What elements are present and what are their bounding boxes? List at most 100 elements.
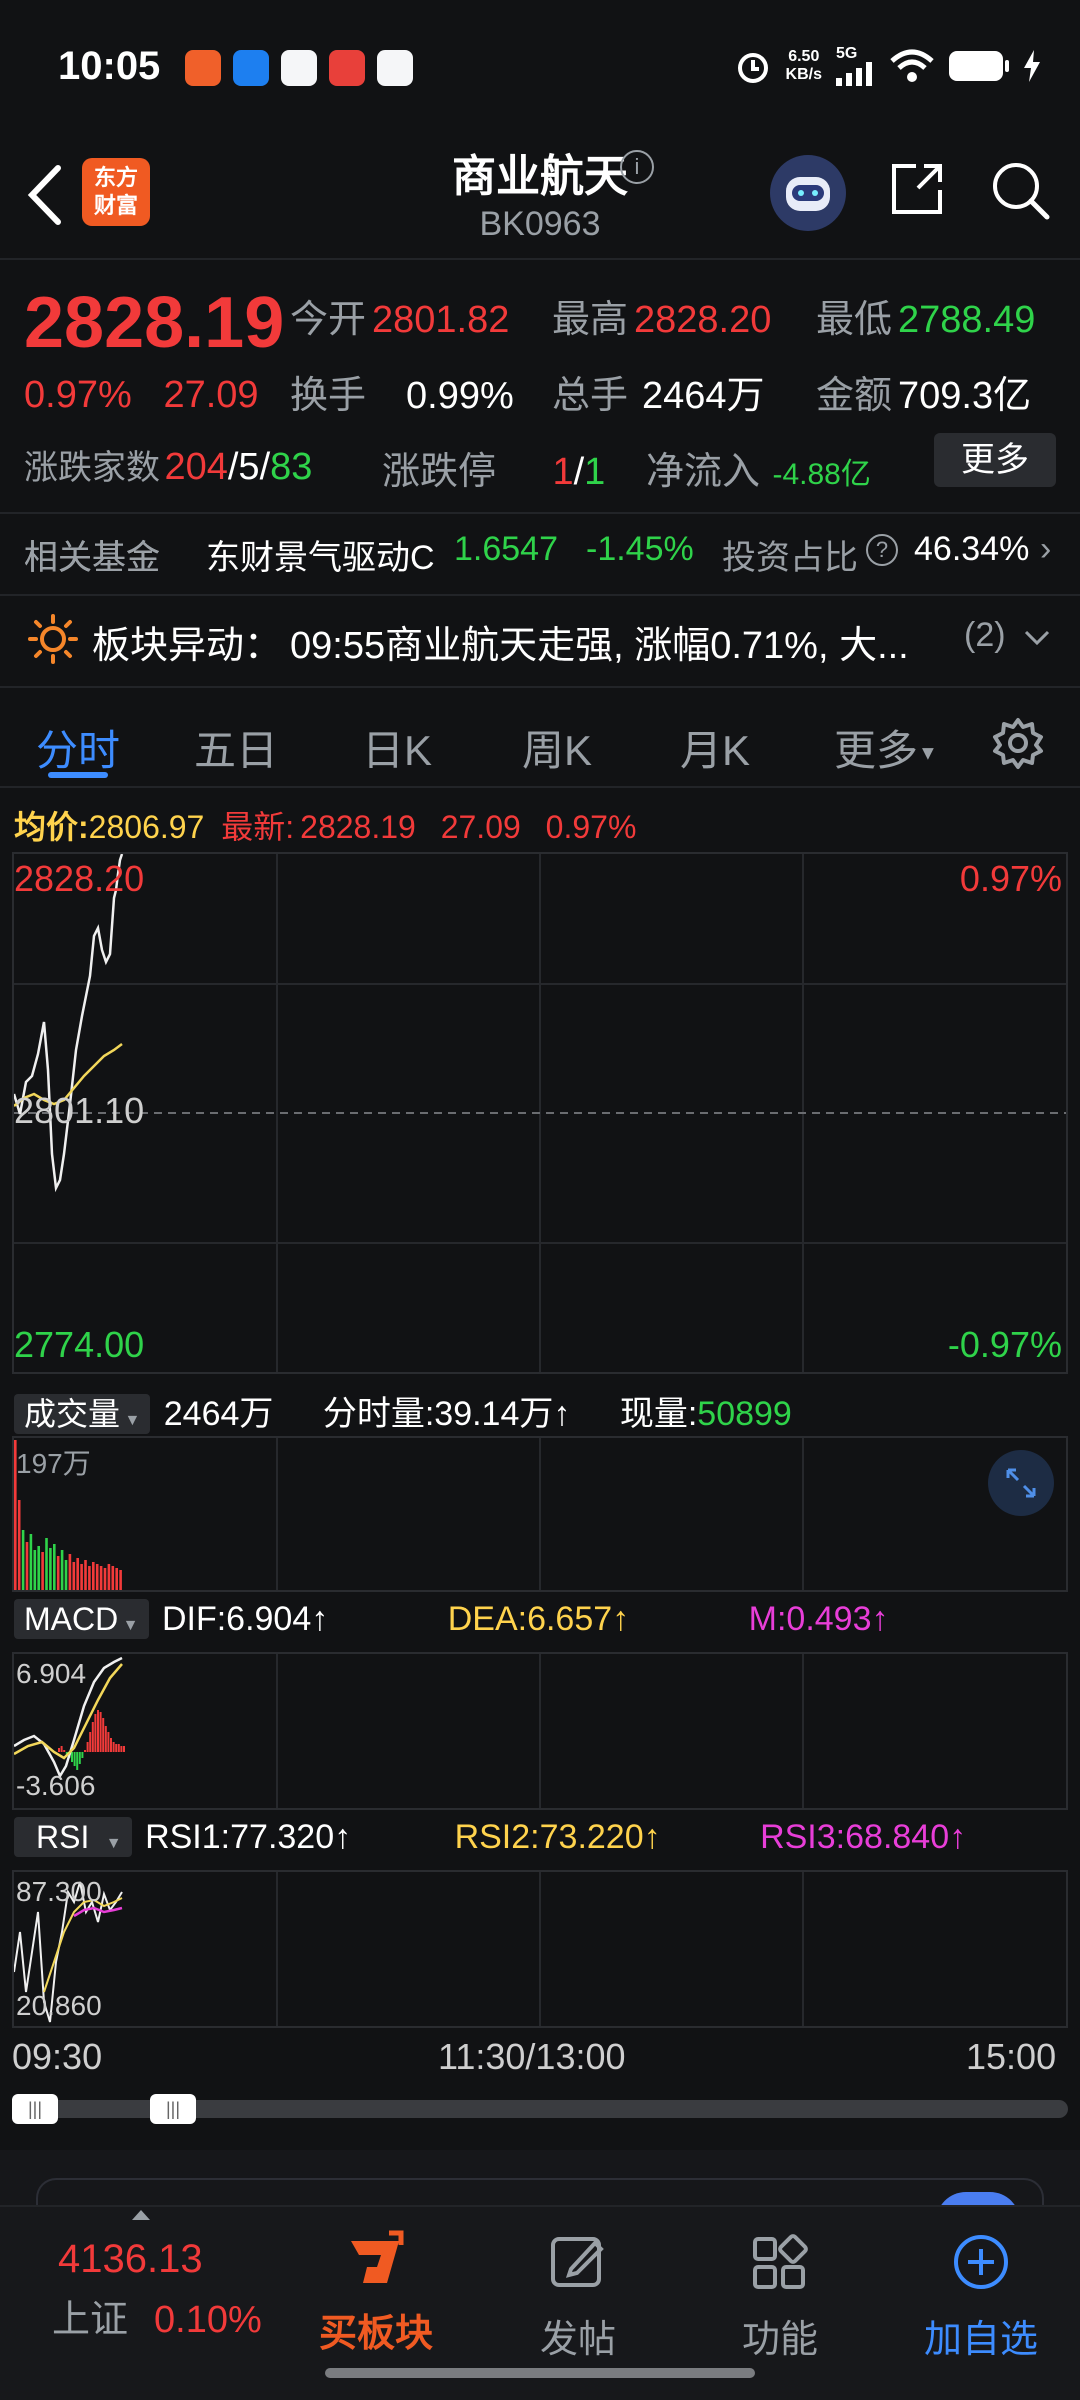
macd-bar [115, 1744, 118, 1752]
volume-header: 成交量 ▼ 2464万 分时量:39.14万↑ 现量:50899 [14, 1386, 792, 1435]
volume-bar [115, 1568, 118, 1590]
volume-bar [72, 1562, 76, 1590]
app-notification-icon [185, 50, 221, 86]
expand-icon[interactable] [988, 1450, 1054, 1516]
turnover-field: 换手 0.99% [290, 375, 514, 417]
alarm-icon [737, 53, 768, 83]
fund-divider [0, 594, 1080, 596]
charging-icon [1024, 50, 1040, 82]
volume-bar [41, 1552, 44, 1590]
add-circle-icon [954, 2235, 1008, 2289]
volume-max-label: 197万 [16, 1448, 91, 1479]
app-notification-icon [329, 50, 365, 86]
app-notification-icon [233, 50, 269, 86]
add-watchlist-button[interactable]: 加自选 [906, 2227, 1056, 2363]
index-ticker[interactable]: 4136.13 上证 0.10% [24, 2237, 274, 2343]
macd-bar [78, 1752, 81, 1764]
macd-bar [60, 1746, 63, 1752]
post-button[interactable]: 发帖 [508, 2227, 648, 2363]
share-icon[interactable] [888, 160, 946, 218]
caret-up-icon [132, 2207, 150, 2220]
time-start: 09:30 [12, 2036, 103, 2077]
macd-bar [120, 1746, 123, 1752]
chart-tabs: 分时 五日 日K 周K 月K 更多▼ [0, 705, 1080, 785]
search-icon[interactable] [990, 160, 1050, 220]
ai-assistant-icon[interactable] [770, 155, 846, 231]
functions-button[interactable]: 功能 [710, 2227, 850, 2363]
home-indicator[interactable] [325, 2368, 755, 2378]
pct-high-label: 0.97% [959, 858, 1062, 899]
rsi-min-label: 20.860 [16, 1990, 102, 2021]
status-right: 6.50 KB/s 5G [734, 46, 1040, 86]
quote-divider [0, 512, 1080, 514]
app-notification-icon [377, 50, 413, 86]
macd-bar [89, 1732, 92, 1752]
volume-chart[interactable]: 197万 [12, 1436, 1068, 1592]
settings-gear-icon[interactable] [990, 715, 1046, 771]
volume-bar [45, 1538, 48, 1590]
volume-bar [21, 1530, 25, 1590]
macd-bar [86, 1742, 89, 1752]
signal-icon: 5G [836, 46, 876, 86]
status-time: 10:05 [58, 44, 161, 88]
range-handle-right[interactable]: ||| [150, 2094, 196, 2124]
buy-sector-icon [351, 2230, 404, 2283]
volume-bar [95, 1564, 99, 1590]
macd-bar [97, 1710, 99, 1752]
adv-dec-field: 涨跌家数 204/5/83 [24, 446, 313, 488]
tab-5day[interactable]: 五日 [194, 717, 278, 778]
macd-bar [71, 1752, 73, 1762]
volume-bar [17, 1500, 21, 1590]
rsi-header: RSI ▼ RSI1:77.320↑ RSI2:73.220↑ RSI3:68.… [14, 1817, 966, 1857]
macd-chart[interactable]: 6.904 -3.606 [12, 1652, 1068, 1810]
limit-field: 涨跌停 1/1 [382, 451, 606, 493]
range-handle-left[interactable]: ||| [12, 2094, 58, 2124]
alert-divider [0, 686, 1080, 688]
volume-bar [107, 1564, 111, 1590]
rsi-selector[interactable]: RSI ▼ [14, 1817, 132, 1857]
status-bar: 10:05 6.50 KB/s 5G [0, 0, 1080, 130]
volume-bar [88, 1566, 91, 1590]
info-icon[interactable]: i [620, 150, 654, 184]
tab-intraday[interactable]: 分时 [36, 717, 120, 778]
volume-selector[interactable]: 成交量 ▼ [14, 1394, 151, 1434]
wifi-icon [890, 49, 934, 82]
volume-bar [29, 1534, 33, 1590]
macd-bar [73, 1752, 76, 1766]
volume-bar [92, 1562, 95, 1590]
macd-bar [110, 1738, 112, 1752]
y-high-label: 2828.20 [14, 858, 145, 899]
buy-sector-button[interactable]: 买板块 [306, 2227, 446, 2357]
rsi-chart[interactable]: 87.300 20.860 [12, 1870, 1068, 2028]
tab-more[interactable]: 更多▼ [834, 717, 938, 778]
y-mid-label: 2801.10 [14, 1090, 145, 1131]
volume-bar [99, 1566, 103, 1590]
volume-bar [33, 1550, 37, 1590]
macd-bar [94, 1714, 97, 1752]
volume-bar [76, 1558, 79, 1590]
volume-field: 总手 2464万 [552, 375, 765, 417]
more-button[interactable]: 更多 [934, 433, 1056, 487]
tab-daily-k[interactable]: 日K [362, 717, 432, 778]
sector-alert[interactable]: 板块异动： 09:55商业航天走强, 涨幅0.71%, 大... (2) [0, 600, 1080, 680]
volume-bar [64, 1560, 68, 1590]
high-field: 最高 2828.20 [552, 299, 772, 341]
low-field: 最低 2788.49 [816, 299, 1036, 341]
edit-post-icon [551, 2237, 604, 2287]
chevron-down-icon [1024, 630, 1050, 646]
time-end: 15:00 [966, 2036, 1057, 2077]
change: 0.97% 27.09 [24, 374, 259, 416]
macd-selector[interactable]: MACD ▼ [14, 1599, 149, 1639]
volume-bar [68, 1554, 72, 1590]
intraday-chart[interactable]: 2828.20 2801.10 2774.00 0.97% -0.97% [12, 852, 1068, 1374]
volume-bar [103, 1568, 107, 1590]
volume-bar [49, 1548, 52, 1590]
macd-min-label: -3.606 [16, 1770, 96, 1801]
sun-alert-icon [28, 614, 78, 664]
last-price: 2828.19 [24, 283, 285, 363]
tab-monthly-k[interactable]: 月K [680, 717, 750, 778]
netflow-field: 净流入 -4.88亿 [646, 451, 871, 493]
volume-bar [111, 1566, 115, 1590]
macd-bar [58, 1748, 60, 1752]
tab-weekly-k[interactable]: 周K [522, 717, 592, 778]
